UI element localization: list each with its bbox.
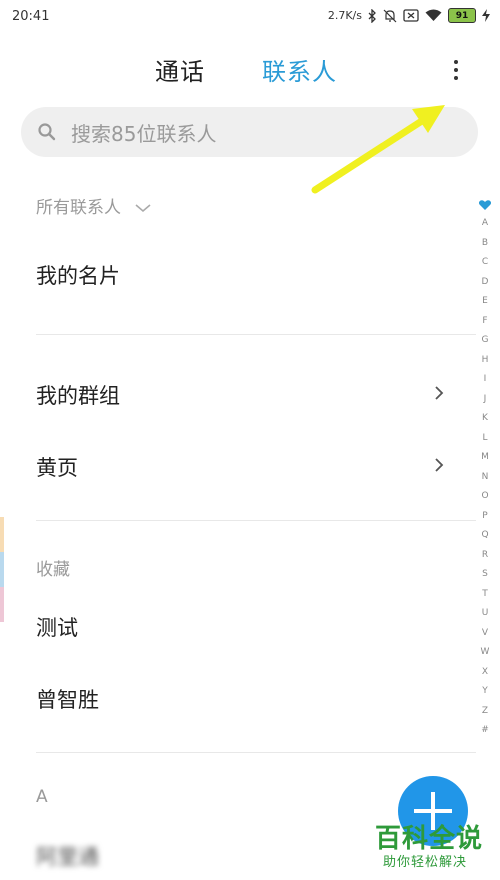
index-letter[interactable]: H: [482, 351, 489, 371]
index-letter[interactable]: X: [482, 663, 488, 683]
status-time: 20:41: [12, 9, 50, 24]
index-letter[interactable]: U: [482, 604, 489, 624]
search-placeholder: 搜索85位联系人: [71, 121, 217, 146]
status-bar: 20:41 2.7K/s 91: [0, 0, 500, 34]
all-contacts-label: 所有联系人: [36, 198, 121, 218]
index-letter[interactable]: #: [481, 721, 489, 741]
divider: [36, 752, 476, 753]
index-letter[interactable]: Y: [482, 682, 488, 702]
dot-icon: [454, 76, 458, 80]
index-letter[interactable]: L: [482, 429, 487, 449]
my-card-item[interactable]: 我的名片: [36, 260, 120, 290]
charging-icon: [482, 9, 490, 22]
index-letter[interactable]: B: [482, 234, 488, 254]
watermark-subtitle: 助你轻松解决: [383, 855, 468, 870]
letter-header: A: [36, 787, 48, 807]
chevron-down-icon: [135, 204, 151, 213]
annotation-arrow-icon: [311, 105, 445, 194]
index-letter[interactable]: D: [482, 273, 489, 293]
index-letter[interactable]: C: [482, 253, 488, 273]
status-icons: 2.7K/s 91: [328, 8, 490, 23]
all-contacts-header[interactable]: 所有联系人: [36, 193, 152, 218]
yellow-pages-item[interactable]: 黄页: [36, 452, 78, 482]
index-letter[interactable]: Q: [481, 526, 488, 546]
tab-contacts[interactable]: 联系人: [262, 52, 337, 87]
sim-off-icon: [403, 9, 419, 22]
index-letter[interactable]: M: [481, 448, 489, 468]
divider: [36, 520, 476, 521]
chevron-right-icon: [435, 386, 444, 400]
tab-bar: 通话 联系人: [0, 52, 500, 88]
index-letter[interactable]: A: [482, 214, 488, 234]
index-letter[interactable]: F: [482, 312, 487, 332]
favorites-heart-icon[interactable]: [478, 198, 492, 212]
tab-calls[interactable]: 通话: [155, 52, 205, 87]
dot-icon: [454, 68, 458, 72]
divider: [36, 334, 476, 335]
index-letter[interactable]: K: [482, 409, 488, 429]
search-icon: [38, 123, 56, 141]
contact-item[interactable]: 曾智胜: [36, 684, 99, 714]
index-letter[interactable]: I: [484, 370, 487, 390]
index-letter[interactable]: P: [482, 507, 487, 527]
alphabet-index[interactable]: A B C D E F G H I J K L M N O P Q R S T U V W X Y Z #: [477, 198, 493, 741]
index-letter[interactable]: S: [482, 565, 488, 585]
index-letter[interactable]: Z: [482, 702, 488, 722]
contact-item[interactable]: 阿里通: [36, 841, 99, 871]
favorites-header: 收藏: [36, 560, 70, 580]
index-letter[interactable]: J: [484, 390, 487, 410]
battery-icon: 91: [448, 8, 476, 23]
edge-decoration: [0, 552, 4, 587]
index-letter[interactable]: G: [482, 331, 489, 351]
network-speed: 2.7K/s: [327, 9, 362, 22]
contact-item[interactable]: 测试: [36, 612, 78, 642]
bluetooth-icon: [368, 8, 377, 23]
watermark-title: 百科全说: [375, 824, 484, 854]
dot-icon: [454, 60, 458, 64]
index-letter[interactable]: V: [482, 624, 488, 644]
edge-decoration: [0, 587, 4, 622]
index-letter[interactable]: O: [481, 487, 488, 507]
index-letter[interactable]: W: [481, 643, 490, 663]
index-letter[interactable]: T: [482, 585, 488, 605]
index-letter[interactable]: N: [482, 468, 489, 488]
more-options-button[interactable]: [442, 56, 470, 84]
index-letter[interactable]: E: [482, 292, 488, 312]
mute-bell-icon: [383, 9, 397, 23]
wifi-icon: [425, 9, 442, 22]
my-groups-item[interactable]: 我的群组: [36, 380, 120, 410]
chevron-right-icon: [435, 458, 444, 472]
index-letter[interactable]: R: [482, 546, 488, 566]
edge-decoration: [0, 517, 4, 552]
